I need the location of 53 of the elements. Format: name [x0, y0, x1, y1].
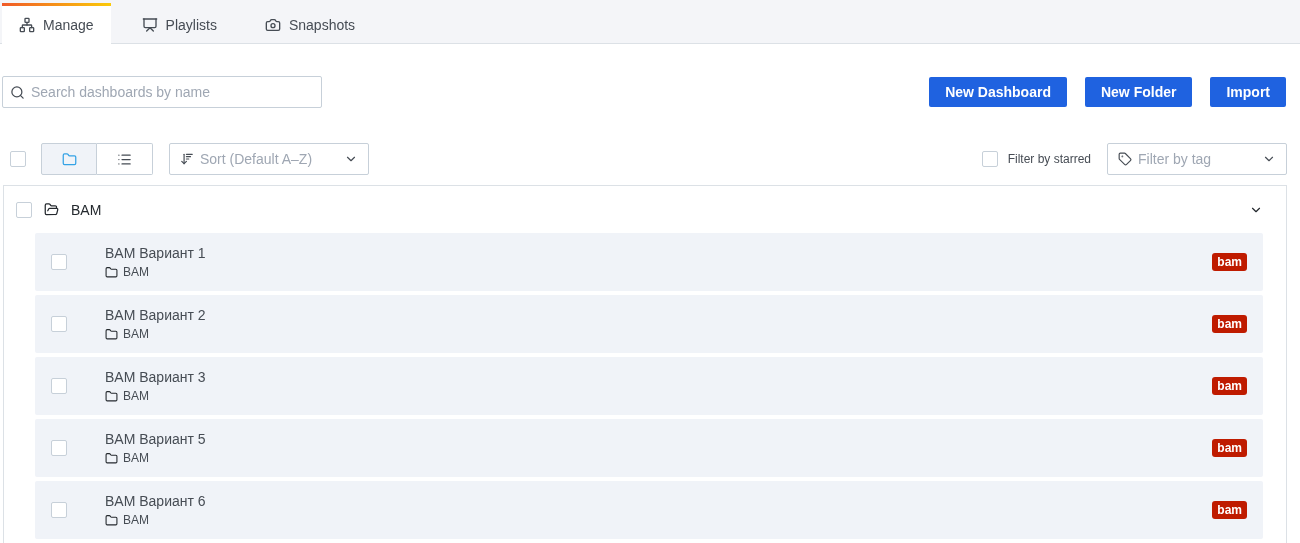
tag-badge: bam	[1212, 315, 1247, 333]
dashboard-title: BAM Вариант 3	[105, 369, 207, 385]
dashboard-row[interactable]: BAM Вариант 2 BAM bam	[35, 295, 1263, 353]
folder-icon	[105, 451, 118, 465]
dashboard-title: BAM Вариант 5	[105, 431, 207, 447]
folder-icon	[105, 265, 118, 279]
dashboard-row[interactable]: BAM Вариант 6 BAM bam	[35, 481, 1263, 539]
folder-icon	[105, 389, 118, 403]
dashboard-title: BAM Вариант 2	[105, 307, 207, 323]
presentation-icon	[141, 16, 158, 33]
search-field[interactable]: Search dashboards by name	[2, 76, 322, 108]
select-all-checkbox[interactable]	[10, 151, 26, 167]
tag-icon	[1118, 152, 1132, 166]
dashboard-row[interactable]: BAM Вариант 1 BAM bam	[35, 233, 1263, 291]
row-checkbox[interactable]	[51, 378, 67, 394]
dashboard-row[interactable]: BAM Вариант 5 BAM bam	[35, 419, 1263, 477]
list-icon	[117, 151, 132, 167]
folder-label: BAM	[123, 389, 149, 403]
tab[interactable]: Playlists	[124, 3, 234, 43]
row-checkbox[interactable]	[51, 316, 67, 332]
tag-badge: bam	[1212, 253, 1247, 271]
starred-checkbox[interactable]	[981, 151, 998, 167]
view-mode-button[interactable]	[97, 143, 153, 175]
tag-badge: bam	[1212, 377, 1247, 395]
tab[interactable]: Manage	[2, 3, 111, 44]
view-mode-button[interactable]	[41, 143, 97, 175]
tab[interactable]: Snapshots	[247, 3, 373, 43]
search-icon	[10, 85, 25, 100]
dashboard-row[interactable]: BAM Вариант 3 BAM bam	[35, 357, 1263, 415]
tag-badge: bam	[1212, 439, 1247, 457]
row-checkbox[interactable]	[51, 440, 67, 456]
camera-icon	[264, 16, 281, 33]
folder-label: BAM	[123, 451, 149, 465]
folder-icon	[61, 151, 77, 167]
folder-icon	[105, 513, 118, 527]
folder-checkbox[interactable]	[16, 201, 32, 218]
row-checkbox[interactable]	[51, 502, 67, 518]
folder-icon	[105, 327, 118, 341]
folder-label: BAM	[123, 327, 149, 341]
row-checkbox[interactable]	[51, 254, 67, 270]
action-button[interactable]: Import	[1210, 77, 1286, 107]
folder-label: BAM	[123, 265, 149, 279]
tag-badge: bam	[1212, 501, 1247, 519]
dashboard-title: BAM Вариант 1	[105, 245, 207, 261]
folder-label: BAM	[123, 513, 149, 527]
action-button[interactable]: New Folder	[1084, 77, 1193, 107]
sort-icon	[180, 152, 194, 166]
folder-open-icon	[44, 202, 59, 217]
action-button[interactable]: New Dashboard	[929, 77, 1067, 107]
sitemap-icon	[19, 17, 35, 33]
starred-label: Filter by starred	[1007, 152, 1091, 166]
folder-name[interactable]: BAM	[71, 201, 1237, 218]
dashboard-title: BAM Вариант 6	[105, 493, 207, 509]
